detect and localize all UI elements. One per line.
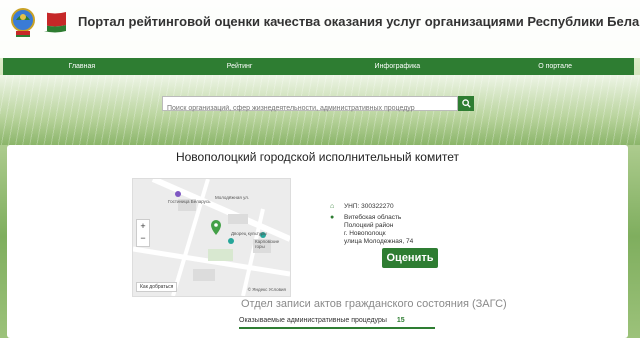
department-title[interactable]: Отдел записи актов гражданского состояни… xyxy=(241,298,507,310)
organization-info: ⌂ УНП: 300322270 ● Витебская область Пол… xyxy=(330,203,413,250)
nav-item-about[interactable]: О портале xyxy=(476,58,634,75)
nav-item-rating[interactable]: Рейтинг xyxy=(161,58,319,75)
location-map[interactable]: Молодёжная ул. Гостиница Беларусь Дворец… xyxy=(132,178,291,297)
map-zoom-in-button[interactable]: + xyxy=(137,220,149,232)
map-zoom-out-button[interactable]: − xyxy=(137,232,149,244)
nav-item-infographics[interactable]: Инфографика xyxy=(319,58,477,75)
map-label-mountains: Карповские горы xyxy=(255,239,280,249)
nav-item-home[interactable]: Главная xyxy=(3,58,161,75)
map-canvas xyxy=(133,179,290,296)
organization-name: Новополоцкий городской исполнительный ко… xyxy=(175,150,460,164)
address-line: Витебская область xyxy=(344,214,402,221)
main-navigation: Главная Рейтинг Инфографика О портале xyxy=(3,58,634,75)
home-icon: ⌂ xyxy=(330,203,335,210)
site-header: Портал рейтинговой оценки качества оказа… xyxy=(0,0,640,58)
belarus-emblem-icon[interactable] xyxy=(10,5,36,39)
services-count: 15 xyxy=(396,316,405,324)
services-tab[interactable]: Оказываемые административные процедуры 1… xyxy=(239,313,435,329)
address-line: улица Молодежная, 74 xyxy=(344,238,414,245)
unp-row: ⌂ УНП: 300322270 xyxy=(330,203,413,210)
map-zoom-control: + − xyxy=(136,219,150,247)
map-route-label: Как добраться xyxy=(140,284,174,290)
services-label: Оказываемые административные процедуры xyxy=(239,316,387,324)
map-route-button[interactable]: Как добраться xyxy=(136,282,178,292)
search-button[interactable] xyxy=(458,96,474,111)
map-copyright[interactable]: © Яндекс Условия xyxy=(248,287,286,292)
map-pin-icon: ● xyxy=(330,214,335,221)
address-row: ● Витебская область Полоцкий район г. Но… xyxy=(330,214,413,246)
address-line: г. Новополоцк xyxy=(344,230,386,237)
map-label-palace: Дворец культуры xyxy=(231,231,267,236)
belarus-flag-icon xyxy=(44,12,66,33)
address-block: Витебская область Полоцкий район г. Ново… xyxy=(344,214,413,246)
site-title: Портал рейтинговой оценки качества оказа… xyxy=(78,14,640,29)
rate-button[interactable]: Оценить xyxy=(382,248,438,268)
unp-text: УНП: 300322270 xyxy=(344,203,394,210)
map-label-hotel: Гостиница Беларусь xyxy=(168,199,211,204)
organization-card: Новополоцкий городской исполнительный ко… xyxy=(7,145,628,338)
search-input[interactable] xyxy=(163,102,457,115)
search-box xyxy=(162,96,458,115)
search-icon xyxy=(461,99,471,108)
address-line: Полоцкий район xyxy=(344,222,394,229)
map-label-street: Молодёжная ул. xyxy=(215,195,250,200)
